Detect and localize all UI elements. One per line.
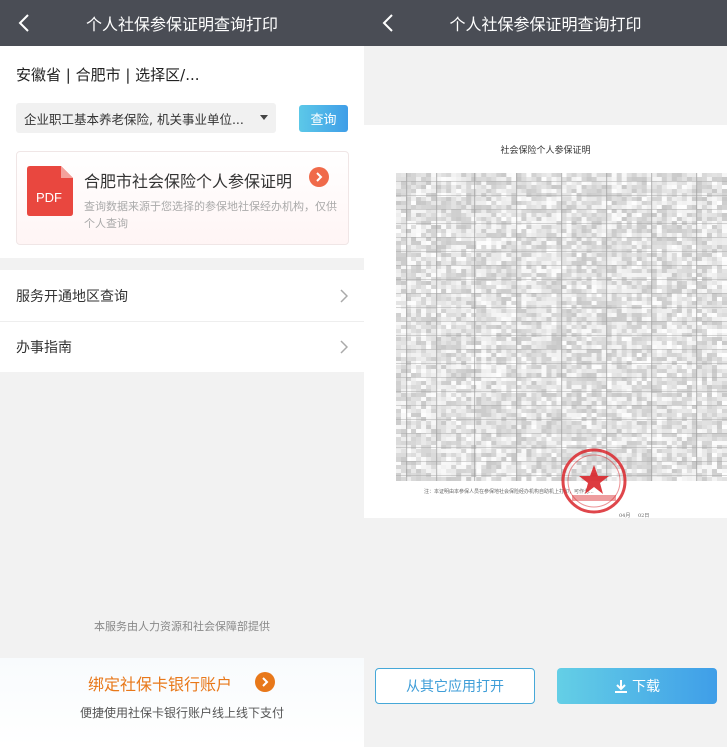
bind-card-subtitle: 便捷使用社保卡银行账户线上线下支付	[79, 706, 284, 720]
page-title: 个人社保参保证明查询打印	[449, 15, 642, 34]
menu-item-label: 服务开通地区查询	[16, 288, 128, 305]
pdf-card-arrow-icon	[309, 167, 329, 187]
pdf-card-description: 查询数据来源于您选择的参保地社保经办机构，仅供个人查询	[84, 200, 337, 230]
back-button[interactable]	[18, 13, 38, 33]
back-arrow-icon	[18, 14, 29, 32]
pdf-card-title: 合肥市社会保险个人参保证明	[84, 172, 293, 191]
certificate-preview[interactable]: 社会保险个人参保证明 注：本证明由本参保人员在参保地社会保险经办机构自助机上打印…	[364, 125, 727, 519]
left-screen: 个人社保参保证明查询打印 安徽省 | 合肥市 | 选择区/... 企业职工基本养…	[0, 0, 364, 747]
pdf-icon-label: PDF	[36, 190, 62, 205]
menu-list: 服务开通地区查询 办事指南	[0, 270, 364, 372]
insurance-type-select[interactable]: 企业职工基本养老保险, 机关事业单位...	[16, 103, 276, 133]
bind-card-arrow-icon	[255, 672, 275, 692]
menu-item-service-regions[interactable]: 服务开通地区查询	[0, 270, 364, 321]
document-date-day: 02日	[637, 513, 650, 519]
download-button-label: 下载	[632, 679, 660, 695]
back-button[interactable]	[382, 13, 402, 33]
right-screen: 个人社保参保证明查询打印 社会保险个人参保证明 注：本证明由本参保人员在参保地社…	[364, 0, 727, 747]
open-in-other-app-button[interactable]: 从其它应用打开	[375, 668, 535, 704]
query-section: 安徽省 | 合肥市 | 选择区/... 企业职工基本养老保险, 机关事业单位..…	[0, 46, 364, 258]
chevron-right-icon	[340, 340, 348, 354]
page-title: 个人社保参保证明查询打印	[85, 15, 278, 34]
region-selector[interactable]: 安徽省 | 合肥市 | 选择区/...	[0, 46, 364, 98]
official-seal-stamp	[561, 448, 627, 514]
download-button[interactable]: 下载	[557, 668, 717, 704]
download-icon	[615, 680, 627, 693]
query-row: 企业职工基本养老保险, 机关事业单位... 查询	[0, 98, 364, 138]
provider-note: 本服务由人力资源和社会保障部提供	[94, 620, 270, 633]
back-arrow-icon	[382, 14, 393, 32]
pdf-certificate-card[interactable]: PDF 合肥市社会保险个人参保证明 查询数据来源于您选择的参保地社保经办机构，仅…	[16, 151, 349, 245]
bind-bank-account-card[interactable]: 绑定社保卡银行账户 便捷使用社保卡银行账户线上线下支付	[0, 658, 364, 747]
insurance-type-value: 企业职工基本养老保险, 机关事业单位...	[24, 111, 244, 127]
top-bar: 个人社保参保证明查询打印	[0, 0, 364, 46]
document-title: 社会保险个人参保证明	[500, 146, 591, 156]
bind-card-title: 绑定社保卡银行账户	[88, 675, 233, 694]
menu-item-guide[interactable]: 办事指南	[0, 321, 364, 372]
menu-item-label: 办事指南	[16, 340, 72, 356]
blurred-record-table	[396, 173, 727, 481]
dropdown-caret-icon	[260, 115, 268, 120]
top-bar: 个人社保参保证明查询打印	[364, 0, 727, 46]
chevron-right-icon	[340, 288, 348, 303]
pdf-file-icon: PDF	[27, 166, 73, 216]
query-button[interactable]: 查询	[299, 104, 348, 132]
